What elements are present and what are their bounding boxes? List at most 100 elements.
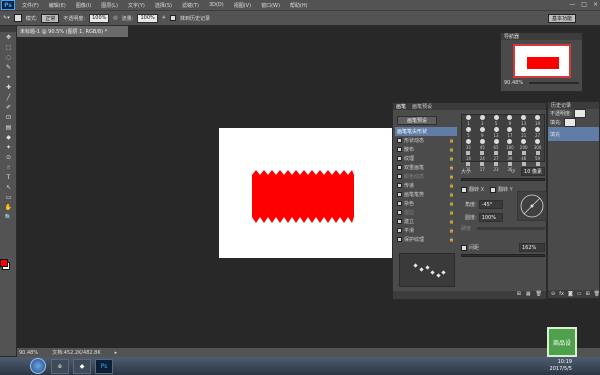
opacity-input[interactable]: 100%	[89, 13, 110, 23]
flip-x-checkbox[interactable]	[461, 186, 467, 193]
menu-item[interactable]: 滤镜(T)	[177, 2, 204, 9]
brush-option-item[interactable]: 湿边 🔒	[395, 208, 457, 217]
brush-angle-dial[interactable]	[517, 191, 547, 221]
brush-size-input[interactable]: 10 像素	[521, 167, 545, 176]
trash-icon[interactable]: 🗑	[594, 291, 600, 297]
brush-preview-icon[interactable]	[13, 14, 22, 22]
history-opacity-input[interactable]	[573, 109, 586, 118]
tool-preset-icon[interactable]: ✎▾	[3, 15, 10, 21]
angle-input[interactable]: -45°	[478, 200, 503, 209]
brush-option-item[interactable]: 画笔笔尖形状	[395, 127, 457, 136]
foreground-color-swatch[interactable]	[0, 259, 8, 267]
menu-item[interactable]: 窗口(W)	[256, 2, 285, 9]
brush-footer-trash-icon[interactable]: 🗑	[536, 291, 542, 299]
minimize-button[interactable]: —	[569, 1, 575, 8]
brush-option-checkbox[interactable]	[397, 138, 402, 143]
brush-size-slider[interactable]	[461, 178, 545, 181]
tool-icon[interactable]: ✚	[3, 83, 14, 92]
flow-input[interactable]: 100%	[137, 13, 158, 23]
brush-option-checkbox[interactable]	[397, 174, 402, 179]
lock-icon[interactable]: 🔒	[449, 156, 454, 161]
document-canvas[interactable]	[219, 128, 395, 258]
lock-icon[interactable]: 🔒	[449, 237, 454, 242]
brush-tip[interactable]: 24	[476, 151, 489, 161]
tool-icon[interactable]: ⌖	[3, 73, 14, 82]
brush-option-item[interactable]: 画笔笔势 🔒	[395, 190, 457, 199]
brush-option-item[interactable]: 平滑 🔒	[395, 226, 457, 235]
brush-tip[interactable]: 59	[531, 151, 544, 161]
lock-icon[interactable]: 🔒	[449, 210, 454, 215]
spacing-slider[interactable]	[461, 254, 545, 257]
menu-item[interactable]: 帮助(H)	[285, 2, 313, 9]
brush-tip[interactable]: 27	[490, 151, 503, 161]
brush-option-item[interactable]: 建立 🔒	[395, 217, 457, 226]
fx-icon[interactable]: fx	[559, 291, 564, 297]
brush-footer-toggle-icon[interactable]: ⊞	[517, 291, 521, 299]
tool-icon[interactable]: ▤	[3, 123, 14, 132]
brush-option-item[interactable]: 纹理 🔒	[395, 154, 457, 163]
lock-icon[interactable]: 🔒	[449, 138, 454, 143]
reset-size-icon[interactable]: ↺	[511, 169, 515, 175]
start-button[interactable]	[30, 358, 46, 374]
brush-option-item[interactable]: 形状动态 🔒	[395, 136, 457, 145]
flip-y-checkbox[interactable]	[490, 186, 497, 193]
airbrush-icon[interactable]: ✈	[162, 15, 166, 21]
tool-icon[interactable]: ↖	[3, 183, 14, 192]
maximize-button[interactable]: □	[581, 1, 587, 8]
zoom-level[interactable]: 90.48%	[19, 350, 38, 356]
brush-footer-new-preset-icon[interactable]: ▦	[526, 291, 531, 299]
brush-option-checkbox[interactable]	[397, 147, 402, 152]
lock-icon[interactable]: 🔒	[449, 192, 454, 197]
menu-item[interactable]: 编辑(E)	[44, 2, 71, 9]
brush-tip[interactable]: 100	[503, 139, 516, 150]
link-icon[interactable]: ⊝	[551, 291, 555, 297]
taskbar-photoshop-icon[interactable]: Ps	[95, 358, 113, 374]
brush-tip[interactable]: 3	[476, 115, 489, 126]
tool-icon[interactable]: ✋	[3, 203, 14, 212]
menu-item[interactable]: 文件(F)	[17, 2, 44, 9]
mask-icon[interactable]: ◙	[568, 291, 573, 297]
brush-tip[interactable]: 9	[503, 115, 516, 126]
tab-brush[interactable]: 画笔	[396, 103, 406, 110]
spacing-checkbox[interactable]	[461, 244, 467, 251]
tool-icon[interactable]: ◆	[3, 133, 14, 142]
tool-icon[interactable]: ⬚	[3, 43, 14, 52]
brush-tip[interactable]: 14	[462, 151, 475, 161]
navigator-zoom[interactable]: 90.48%	[504, 80, 523, 86]
brush-tip[interactable]: 39	[503, 151, 516, 161]
brush-option-checkbox[interactable]	[397, 201, 402, 206]
navigator-thumbnail[interactable]	[512, 44, 571, 78]
lock-icon[interactable]: 🔒	[449, 201, 454, 206]
menu-item[interactable]: 选择(S)	[150, 2, 177, 9]
tool-icon[interactable]: ◌	[3, 53, 14, 62]
menu-item[interactable]: 文字(Y)	[123, 2, 150, 9]
brush-option-checkbox[interactable]	[397, 228, 402, 233]
brush-option-item[interactable]: 传递 🔒	[395, 181, 457, 190]
mode-select[interactable]: 正常	[41, 13, 60, 23]
brush-tip[interactable]: 13	[517, 115, 530, 126]
tool-icon[interactable]: ⊙	[3, 153, 14, 162]
tool-icon[interactable]: ✦	[3, 143, 14, 152]
brush-presets-button[interactable]: 画笔预设	[397, 116, 437, 125]
lock-icon[interactable]: 🔒	[449, 174, 454, 179]
tab-brush-presets[interactable]: 画笔预设	[412, 103, 432, 110]
brush-tip[interactable]: 300	[531, 139, 544, 150]
document-tab[interactable]: 未标题-1 @ 90.5% (图层 1, RGB/8) *	[17, 26, 128, 37]
history-layer-item[interactable]: 填充	[548, 127, 599, 141]
brush-tip[interactable]: 5	[462, 127, 475, 138]
brush-tip[interactable]: 1	[462, 115, 475, 126]
brush-tip[interactable]: 35	[462, 139, 475, 150]
navigator-zoom-slider[interactable]	[529, 82, 579, 84]
brush-option-item[interactable]: 保护纹理 🔒	[395, 235, 457, 244]
lock-icon[interactable]: 🔒	[449, 219, 454, 224]
brush-tip[interactable]: 19	[531, 115, 544, 126]
tool-icon[interactable]: ✐	[3, 103, 14, 112]
lock-icon[interactable]: 🔒	[449, 147, 454, 152]
brush-option-checkbox[interactable]	[397, 156, 402, 161]
brush-tip[interactable]: 13	[490, 127, 503, 138]
tool-icon[interactable]: ▭	[3, 193, 14, 202]
brush-option-checkbox[interactable]	[397, 219, 402, 224]
menu-item[interactable]: 图层(L)	[96, 2, 123, 9]
taskbar-ie-icon[interactable]: e	[51, 358, 69, 374]
tool-icon[interactable]: T	[3, 173, 14, 182]
